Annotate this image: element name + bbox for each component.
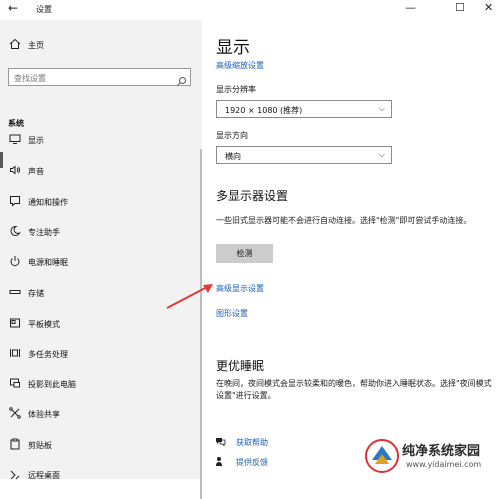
storage-icon	[8, 286, 22, 300]
orientation-dropdown[interactable]: 横向 ⌵	[216, 146, 392, 164]
orientation-value: 横向	[225, 152, 241, 161]
resolution-label: 显示分辨率	[216, 85, 256, 94]
search-input[interactable]: 查找设置	[8, 68, 191, 86]
better-sleep-heading: 更优睡眠	[216, 359, 265, 373]
monitor-icon	[8, 133, 22, 147]
sidebar-item-label: 通知和操作	[28, 198, 68, 207]
detect-button[interactable]: 检测	[216, 244, 273, 263]
remote-icon	[8, 468, 22, 482]
multitask-icon	[8, 347, 22, 361]
project-icon	[8, 377, 22, 391]
power-icon	[8, 255, 22, 269]
give-feedback-link[interactable]: 提供反馈	[236, 457, 268, 468]
section-heading: 系统	[8, 119, 24, 128]
sidebar-item-multitasking[interactable]: 多任务处理	[0, 343, 200, 367]
annotation-arrow-icon	[166, 284, 213, 309]
maximize-button[interactable]: ☐	[455, 1, 465, 14]
clipboard-icon	[8, 438, 22, 452]
get-help-link[interactable]: 获取帮助	[236, 437, 268, 448]
app-title: 设置	[36, 5, 52, 14]
sidebar-item-label: 主页	[28, 41, 44, 50]
home-icon	[8, 38, 22, 52]
multi-display-heading: 多显示器设置	[216, 189, 289, 203]
sidebar-item-label: 远程桌面	[28, 471, 60, 480]
notification-icon	[8, 195, 22, 209]
speaker-icon	[8, 164, 22, 178]
share-icon	[8, 407, 22, 421]
main-panel: 显示 高级缩放设置 显示分辨率 1920 × 1080 (推荐) ⌵ 显示方向 …	[202, 20, 500, 479]
sidebar-item-label: 电源和睡眠	[28, 258, 68, 267]
watermark-url: www.yidaimei.com	[406, 460, 482, 469]
sidebar-item-label: 多任务处理	[28, 350, 68, 359]
sidebar-item-notifications[interactable]: 通知和操作	[0, 191, 200, 215]
sidebar-item-clipboard[interactable]: 剪贴板	[0, 434, 200, 458]
sidebar-item-focus-assist[interactable]: 专注助手	[0, 221, 200, 245]
watermark: 纯净系统家园 www.yidaimei.com	[360, 434, 500, 479]
sidebar-item-label: 体验共享	[28, 410, 60, 419]
sidebar-item-sound[interactable]: 声音	[0, 160, 200, 184]
better-sleep-description: 在晚间，夜间模式会显示较柔和的暖色，帮助你进入睡眠状态。选择"夜间模式设置"进行…	[216, 379, 492, 400]
close-button[interactable]: ✕	[484, 1, 493, 14]
search-icon	[176, 72, 187, 86]
sidebar-item-remote-desktop[interactable]: 远程桌面	[0, 464, 200, 488]
help-icon	[215, 436, 227, 448]
sidebar-item-shared-experiences[interactable]: 体验共享	[0, 403, 200, 427]
sidebar-item-home[interactable]: 主页	[0, 34, 200, 58]
sidebar-item-display[interactable]: 显示	[0, 129, 200, 153]
sidebar: 主页 查找设置 系统 显示 声音 通知和操作 专注助手 电源和睡眠 存储 平板模…	[0, 20, 202, 499]
tablet-icon	[8, 317, 22, 331]
watermark-logo-icon	[365, 439, 399, 473]
advanced-display-link[interactable]: 高级显示设置	[216, 283, 264, 294]
title-bar: ← 设置 — ☐ ✕	[0, 0, 500, 20]
sidebar-item-power-sleep[interactable]: 电源和睡眠	[0, 251, 200, 275]
sidebar-item-label: 专注助手	[28, 228, 60, 237]
resolution-dropdown[interactable]: 1920 × 1080 (推荐) ⌵	[216, 100, 392, 118]
chevron-down-icon: ⌵	[378, 150, 385, 159]
sidebar-item-label: 存储	[28, 289, 44, 298]
minimize-button[interactable]: —	[405, 1, 416, 14]
sidebar-item-label: 剪贴板	[28, 441, 52, 450]
watermark-title: 纯净系统家园	[402, 444, 481, 459]
chevron-down-icon: ⌵	[378, 104, 385, 113]
sidebar-item-tablet-mode[interactable]: 平板模式	[0, 313, 200, 337]
orientation-label: 显示方向	[216, 131, 248, 140]
sidebar-item-label: 显示	[28, 136, 44, 145]
advanced-scaling-link[interactable]: 高级缩放设置	[216, 60, 264, 71]
moon-icon	[8, 225, 22, 239]
sidebar-item-project[interactable]: 投影到此电脑	[0, 373, 200, 397]
feedback-icon	[215, 456, 227, 468]
sidebar-item-label: 平板模式	[28, 320, 60, 329]
page-title: 显示	[216, 38, 250, 58]
graphics-settings-link[interactable]: 图形设置	[216, 308, 248, 319]
search-placeholder: 查找设置	[14, 74, 46, 83]
multi-display-description: 一些旧式显示器可能不会进行自动连接。选择"检测"即可尝试手动连接。	[216, 216, 472, 225]
sidebar-item-label: 投影到此电脑	[28, 380, 76, 389]
sidebar-item-label: 声音	[28, 167, 44, 176]
back-arrow-icon[interactable]: ←	[8, 1, 18, 15]
resolution-value: 1920 × 1080 (推荐)	[225, 106, 303, 115]
